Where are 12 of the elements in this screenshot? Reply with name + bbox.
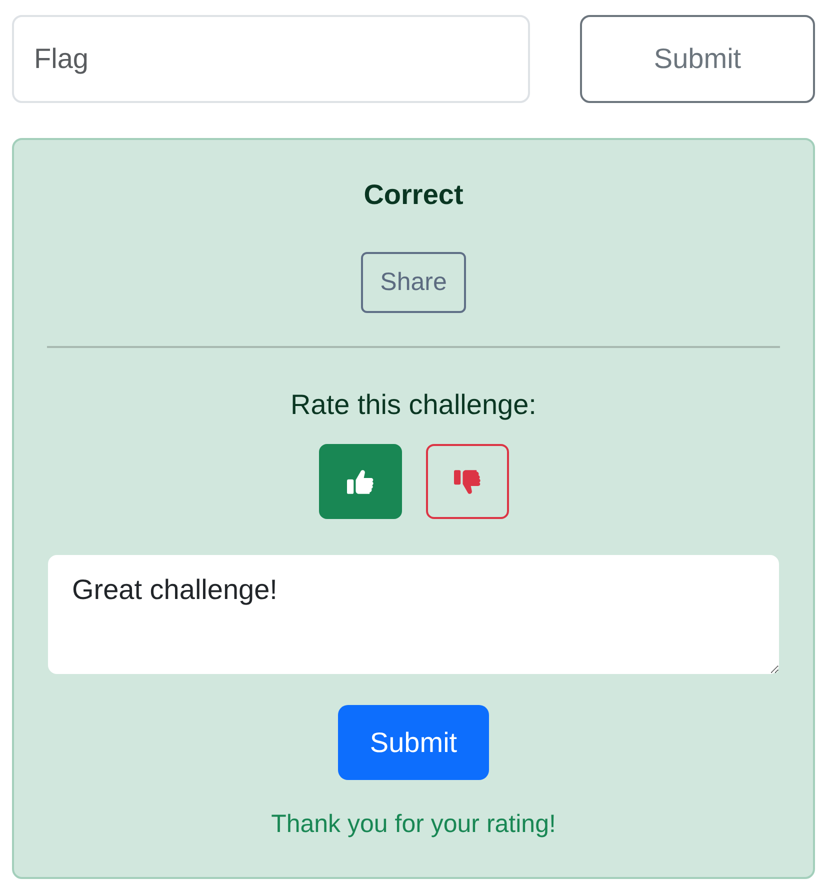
comment-field[interactable]: Great challenge!	[47, 554, 780, 675]
thank-you-message: Thank you for your rating!	[271, 809, 556, 840]
status-title: Correct	[364, 178, 464, 212]
submit-rating-button[interactable]: Submit	[338, 705, 489, 780]
thumbs-up-button[interactable]	[318, 444, 402, 519]
rating-prompt: Rate this challenge:	[290, 388, 536, 422]
thumbs-down-icon	[454, 470, 480, 494]
submit-button[interactable]: Submit	[580, 15, 815, 103]
flag-input[interactable]: Flag	[12, 15, 530, 103]
thumbs-down-button[interactable]	[426, 444, 508, 519]
thumbs-up-icon	[346, 470, 374, 494]
share-button[interactable]: Share	[361, 252, 466, 313]
